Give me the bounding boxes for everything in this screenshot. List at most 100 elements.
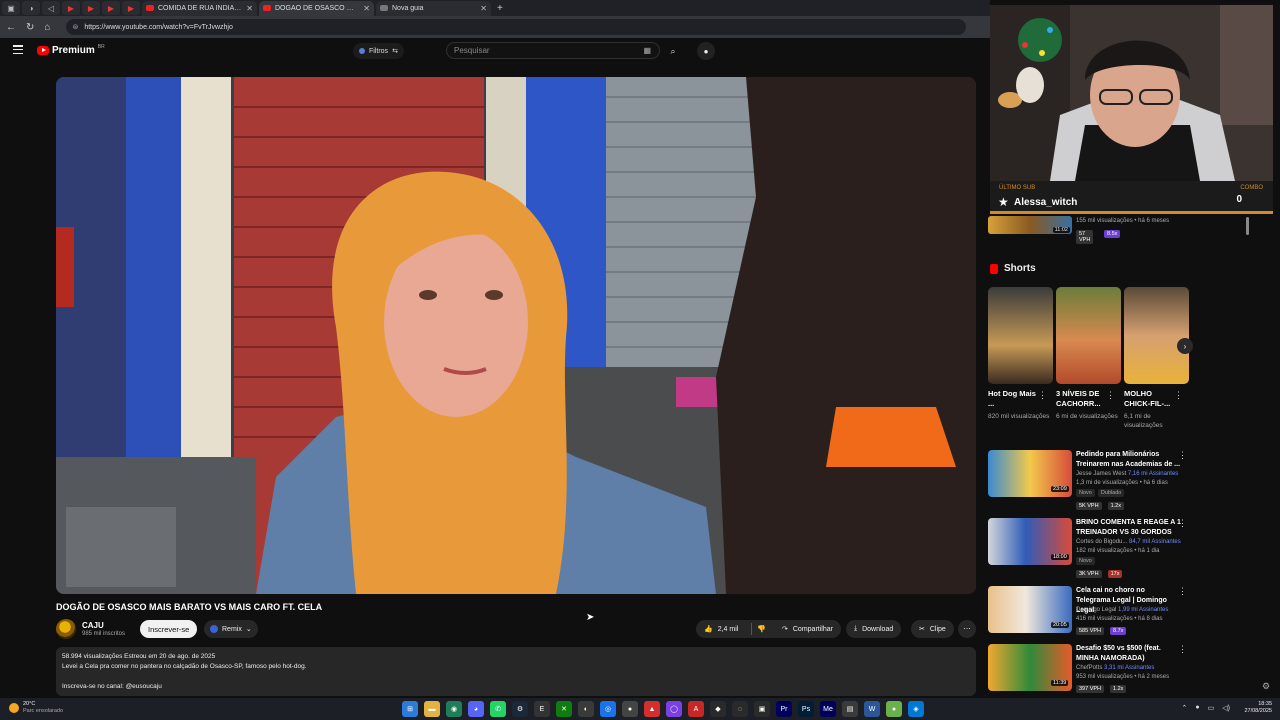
short-title[interactable]: 3 NÍVEIS DE CACHORR... [1056,389,1108,409]
close-tab-icon[interactable]: ✕ [246,4,253,13]
weather-widget[interactable]: 20°C Parc ensolarado [9,701,63,715]
pinned-tab[interactable]: ▣ [2,1,20,15]
video-menu-icon[interactable]: ⋮ [1178,586,1187,597]
related-video-item[interactable]: 18:00 BRINO COMENTA E REAGE A 1 TREINADO… [988,518,1233,578]
clip-button[interactable]: ✂ Clipe [911,620,954,638]
search-input[interactable]: Pesquisar ▦ [446,42,660,59]
home-icon[interactable]: ⌂ [44,22,50,33]
hamburger-menu-icon[interactable] [13,45,23,54]
microphone-tray-icon[interactable]: ● [1195,704,1199,712]
video-channel[interactable]: Cortes do Bigodu... 84,7 mil Assinantes [1076,539,1181,545]
reload-icon[interactable]: ↻ [26,22,34,33]
browser-tab-active[interactable]: DOGÃO DE OSASCO MAIS BARATO ✕ [259,0,374,16]
youtube-premium-logo[interactable]: Premium BR [37,44,105,56]
discord-icon[interactable]: ◕ [468,701,484,717]
system-clock[interactable]: 18:35 27/08/2025 [1244,701,1272,715]
video-menu-icon[interactable]: ⋮ [1178,450,1187,461]
video-menu-icon[interactable]: ⋮ [1178,518,1187,529]
short-menu-icon[interactable]: ⋮ [1038,390,1047,401]
channel-avatar[interactable] [56,619,76,639]
video-channel[interactable]: Jesse James West 7,16 mi Assinantes [1076,471,1178,477]
video-menu-icon[interactable]: ⋮ [1178,644,1187,655]
pinned-tab[interactable]: ◁ [42,1,60,15]
keyboard-icon[interactable]: ▦ [643,46,651,55]
close-tab-icon[interactable]: ✕ [480,4,487,13]
related-video-item[interactable]: 20:05 Cela cai no choro no Telegrama Leg… [988,586,1233,646]
video-player[interactable] [56,77,976,594]
app-icon[interactable]: ◐ [578,701,594,717]
filters-button[interactable]: Filtros ⇆ [353,43,404,59]
video-channel[interactable]: Domingo Legal 1,99 mi Assinantes [1076,607,1168,613]
app-icon[interactable]: ◌ [732,701,748,717]
short-menu-icon[interactable]: ⋮ [1174,390,1183,401]
thumbs-down-icon[interactable]: 👎 [757,625,766,633]
epic-games-icon[interactable]: E [534,701,550,717]
network-icon[interactable]: ▭ [1208,704,1215,712]
sidebar-scrollbar[interactable] [1245,214,1251,698]
video-title[interactable]: BRINO COMENTA E REAGE A 1 TREINADOR VS 3… [1076,518,1181,538]
volume-icon[interactable]: ◁) [1222,704,1230,712]
short-menu-icon[interactable]: ⋮ [1106,390,1115,401]
settings-gear-icon[interactable]: ⚙ [1262,681,1270,692]
short-title[interactable]: Hot Dog Mais ... [988,389,1040,409]
new-tab-button[interactable]: + [493,3,507,14]
short-thumbnail[interactable] [988,287,1053,384]
pinned-tab-youtube[interactable]: ▶ [102,1,120,15]
pinned-tab[interactable]: ◑ [22,1,40,15]
more-actions-icon[interactable]: ⋯ [958,620,976,638]
thumbs-up-icon[interactable]: 👍 [704,625,713,633]
url-field[interactable]: ⊜ https://www.youtube.com/watch?v=FvTrJv… [66,19,967,35]
download-button[interactable]: ⤓ Download [846,620,902,638]
short-thumbnail[interactable] [1124,287,1189,384]
pinned-tab-youtube[interactable]: ▶ [122,1,140,15]
video-title[interactable]: Desafio $50 vs $500 (feat. MINHA NAMORAD… [1076,644,1181,664]
app-icon[interactable]: ◈ [908,701,924,717]
file-explorer-icon[interactable]: ▬ [424,701,440,717]
twitch-icon[interactable]: ◯ [666,701,682,717]
microphone-icon[interactable]: ● [697,42,715,60]
short-card[interactable]: Hot Dog Mais ... 820 mil visualizações ⋮ [988,287,1053,421]
pinned-tab-youtube[interactable]: ▶ [62,1,80,15]
short-title[interactable]: MOLHO CHICK-FIL-... [1124,389,1176,409]
app-icon[interactable]: W [864,701,880,717]
close-tab-icon[interactable]: ✕ [363,4,370,13]
chevron-up-icon[interactable]: ⌃ [1182,704,1188,712]
premiere-pro-icon[interactable]: Pr [776,701,792,717]
video-channel[interactable]: ChefPotts 3,31 mi Assinantes [1076,665,1154,671]
steam-icon[interactable]: ⚙ [512,701,528,717]
windows-start-icon[interactable]: ⊞ [402,701,418,717]
short-card[interactable]: 3 NÍVEIS DE CACHORR... 6 mi de visualiza… [1056,287,1121,421]
scrollbar-thumb[interactable] [1246,217,1249,235]
xbox-icon[interactable]: ✕ [556,701,572,717]
back-arrow-icon[interactable]: ← [6,22,16,33]
edge-browser-icon[interactable]: ◉ [446,701,462,717]
photoshop-icon[interactable]: Ps [798,701,814,717]
browser-tab[interactable]: Nova guia ✕ [376,0,491,16]
app-icon[interactable]: ▣ [754,701,770,717]
partial-video-thumbnail[interactable]: 11:02 [988,216,1072,234]
pinned-tab-youtube[interactable]: ▶ [82,1,100,15]
subscribe-button[interactable]: Inscrever-se [140,620,198,638]
browser-tab[interactable]: COMIDA DE RUA INDIANA ✕ [142,0,257,16]
share-button[interactable]: ↷ Compartilhar [774,620,841,638]
short-card[interactable]: MOLHO CHICK-FIL-... 6,1 mi de visualizaç… [1124,287,1189,430]
whatsapp-icon[interactable]: ✆ [490,701,506,717]
app-icon[interactable]: ● [886,701,902,717]
app-icon[interactable]: A [688,701,704,717]
site-info-icon[interactable]: ⊜ [72,23,78,31]
app-icon[interactable]: ▤ [842,701,858,717]
app-icon[interactable]: ▲ [644,701,660,717]
related-video-item[interactable]: 23:09 Pedindo para Milionários Treinarem… [988,450,1233,510]
media-encoder-icon[interactable]: Me [820,701,836,717]
short-thumbnail[interactable] [1056,287,1121,384]
like-count[interactable]: 2,4 mil [718,626,739,633]
related-video-item[interactable]: 11:39 Desafio $50 vs $500 (feat. MINHA N… [988,644,1233,700]
app-icon[interactable]: ◎ [600,701,616,717]
remix-button[interactable]: Remix ⌄ [204,620,258,638]
search-icon[interactable]: ⌕ [663,43,683,59]
shorts-next-icon[interactable]: › [1177,338,1193,354]
obs-icon[interactable]: ● [622,701,638,717]
description-box[interactable]: 58.994 visualizações Estreou em 20 de ag… [56,647,976,696]
app-icon[interactable]: ◆ [710,701,726,717]
video-title[interactable]: Pedindo para Milionários Treinarem nas A… [1076,450,1181,470]
